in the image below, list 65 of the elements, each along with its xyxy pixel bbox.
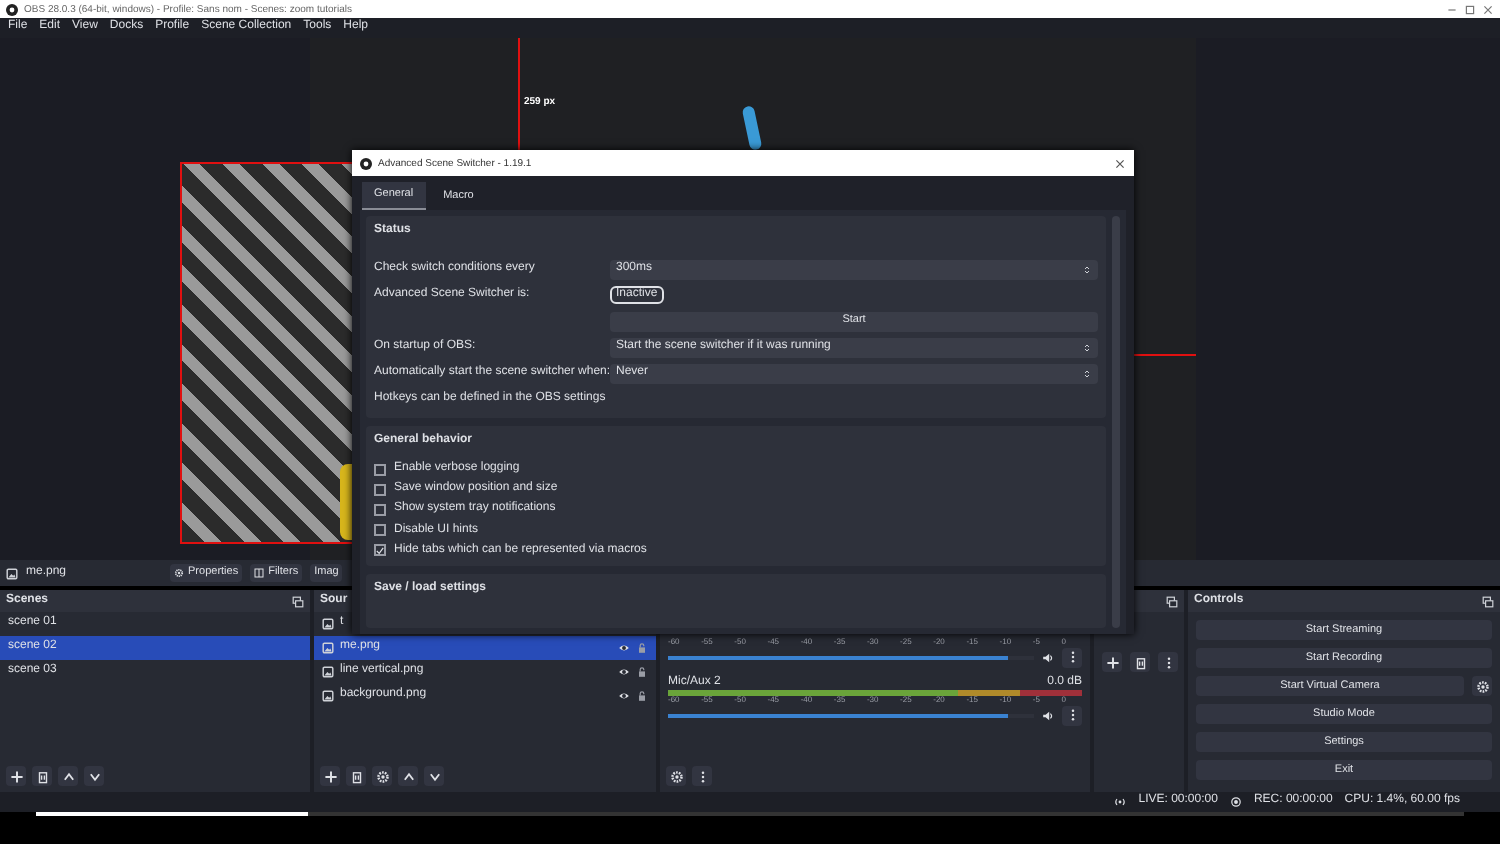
image-icon <box>322 666 334 678</box>
record-icon <box>1229 796 1242 808</box>
broadcast-icon <box>1114 796 1127 808</box>
spin-arrows-icon <box>1082 367 1092 380</box>
speaker-icon[interactable] <box>1042 709 1054 722</box>
float-icon[interactable] <box>1166 595 1178 607</box>
image-icon <box>322 618 334 630</box>
remove-icon <box>1133 655 1147 669</box>
maximize-icon[interactable] <box>1464 3 1476 15</box>
float-icon[interactable] <box>1482 595 1494 607</box>
remove-button[interactable] <box>32 766 52 786</box>
remove-icon <box>35 769 49 783</box>
lock-icon[interactable] <box>636 666 648 678</box>
add-button[interactable] <box>320 766 340 786</box>
lock-icon[interactable] <box>636 642 648 654</box>
settings-button[interactable] <box>1472 676 1492 696</box>
checkbox[interactable] <box>374 483 386 496</box>
source-properties-button[interactable] <box>372 766 392 786</box>
source-properties-icon <box>375 769 389 783</box>
image-icon <box>6 567 18 579</box>
move-down-icon <box>427 769 441 783</box>
checkbox[interactable] <box>374 463 386 476</box>
move-up-button[interactable] <box>398 766 418 786</box>
spin-arrows-icon <box>1082 263 1092 276</box>
add-icon <box>323 769 337 783</box>
eye-icon[interactable] <box>618 666 630 678</box>
settings-icon <box>1475 679 1489 693</box>
move-down-button[interactable] <box>84 766 104 786</box>
image-icon <box>322 642 334 654</box>
remove-button[interactable] <box>346 766 366 786</box>
more-button[interactable] <box>1062 647 1082 668</box>
eye-icon[interactable] <box>618 690 630 702</box>
move-down-icon <box>87 769 101 783</box>
move-up-button[interactable] <box>58 766 78 786</box>
more-button[interactable] <box>1158 652 1178 672</box>
volume-slider-fill[interactable] <box>668 713 1009 718</box>
speaker-icon[interactable] <box>1042 651 1054 664</box>
more-button[interactable] <box>1062 705 1082 726</box>
advanced-audio-button[interactable] <box>666 766 686 786</box>
move-down-button[interactable] <box>424 766 444 786</box>
lock-icon[interactable] <box>636 690 648 702</box>
more-button[interactable] <box>692 766 712 786</box>
obs-logo-icon <box>360 157 372 169</box>
checkbox[interactable] <box>374 544 386 557</box>
close-icon[interactable] <box>1114 157 1126 169</box>
add-icon <box>9 769 23 783</box>
gear-icon <box>174 568 185 578</box>
brush-stroke <box>741 105 763 151</box>
checkbox[interactable] <box>374 524 386 537</box>
remove-button[interactable] <box>1130 652 1150 672</box>
eye-icon[interactable] <box>618 642 630 654</box>
move-up-icon <box>61 769 75 783</box>
move-up-icon <box>401 769 415 783</box>
volume-slider-fill[interactable] <box>668 655 1009 660</box>
add-button[interactable] <box>1102 652 1122 672</box>
add-icon <box>1105 655 1119 669</box>
close-icon[interactable] <box>1482 3 1494 15</box>
advanced-audio-icon <box>669 769 683 783</box>
add-button[interactable] <box>6 766 26 786</box>
guide-line <box>1134 354 1196 356</box>
checkbox[interactable] <box>374 503 386 516</box>
float-icon[interactable] <box>292 595 304 607</box>
image-icon <box>322 690 334 702</box>
spin-arrows-icon <box>1082 341 1092 354</box>
remove-icon <box>349 769 363 783</box>
